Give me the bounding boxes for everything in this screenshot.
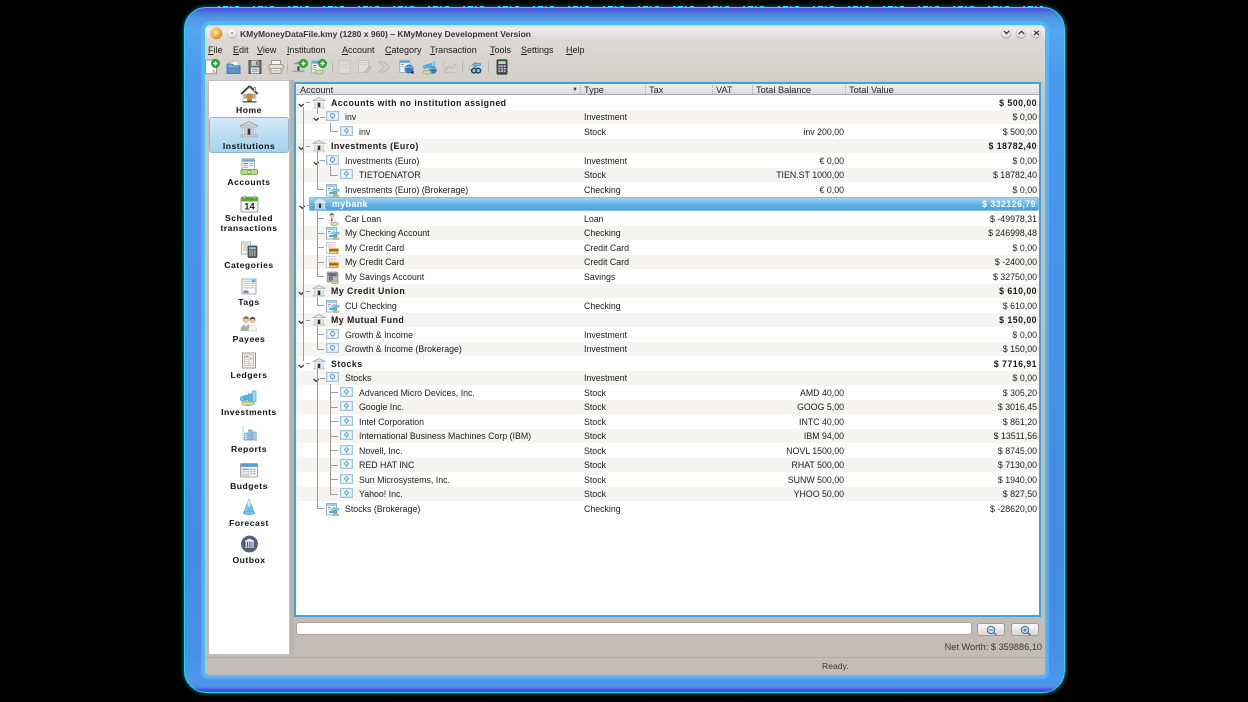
svg-text:14: 14 xyxy=(244,202,255,213)
